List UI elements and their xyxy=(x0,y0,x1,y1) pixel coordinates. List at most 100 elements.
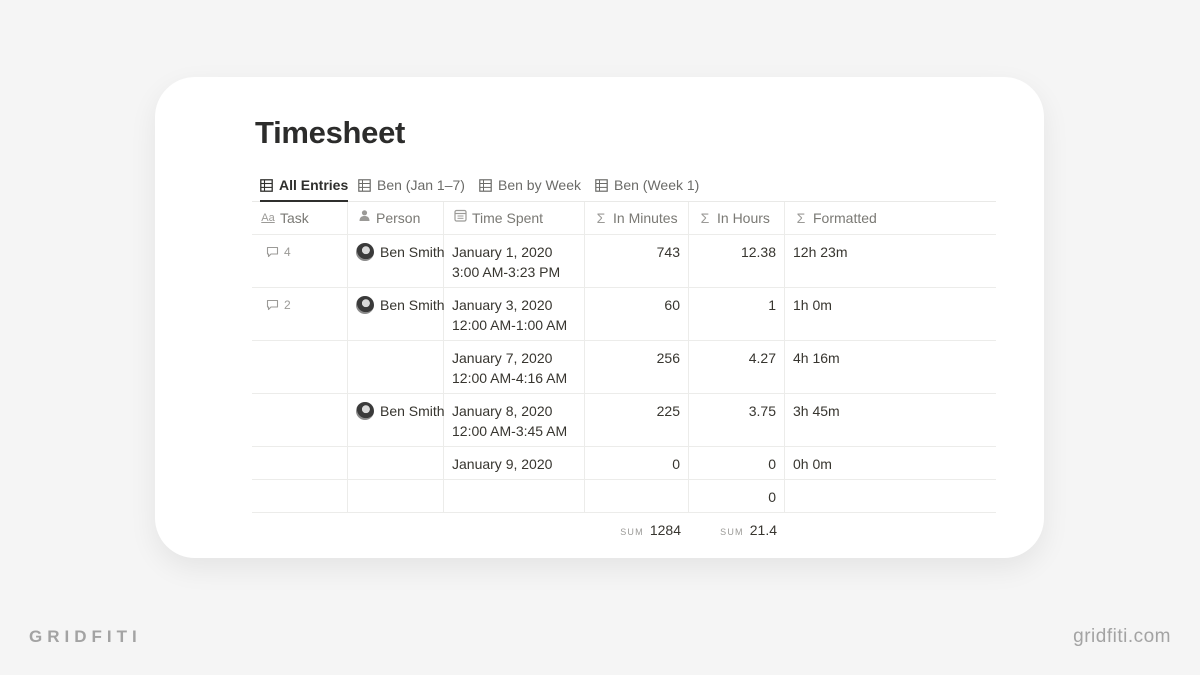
tab-label: Ben by Week xyxy=(498,177,582,193)
brand-wordmark: GRIDFITI xyxy=(29,627,142,646)
time-spent-cell[interactable]: January 3, 2020 12:00 AM‑1:00 AM xyxy=(444,288,585,340)
person-cell[interactable] xyxy=(348,480,444,512)
table-header-row: Aa Task Person Time Spent Σ In Minutes Σ… xyxy=(252,202,996,235)
tab-label: Ben (Jan 1–7) xyxy=(377,177,465,193)
comment-icon xyxy=(266,299,279,311)
date-text: January 7, 2020 xyxy=(452,350,553,366)
tab-ben-by-week[interactable]: Ben by Week xyxy=(479,169,581,201)
task-cell[interactable] xyxy=(252,341,348,393)
hours-cell: 0 xyxy=(689,480,785,512)
time-spent-cell[interactable]: January 9, 2020 xyxy=(444,447,585,479)
minutes-sum[interactable]: SUM 1284 xyxy=(585,522,689,538)
task-cell[interactable]: 2 xyxy=(252,288,348,340)
avatar xyxy=(356,296,374,314)
task-cell[interactable] xyxy=(252,480,348,512)
table-row[interactable]: 4 Ben Smith January 1, 2020 3:00 AM‑3:23… xyxy=(252,235,996,288)
person-cell[interactable] xyxy=(348,447,444,479)
tab-label: Ben (Week 1) xyxy=(614,177,700,193)
column-header-formatted[interactable]: Σ Formatted xyxy=(785,202,996,234)
sum-value: 21.4 xyxy=(749,522,777,538)
column-label: In Hours xyxy=(717,210,770,226)
formatted-cell: 12h 23m xyxy=(793,244,848,260)
table-icon xyxy=(479,178,492,192)
formatted-cell: 1h 0m xyxy=(793,297,832,313)
comment-icon xyxy=(266,246,279,258)
sigma-icon: Σ xyxy=(596,210,606,226)
text-aa-icon: Aa xyxy=(261,212,275,224)
avatar xyxy=(356,243,374,261)
comment-count[interactable]: 2 xyxy=(260,295,339,315)
column-header-task[interactable]: Aa Task xyxy=(252,202,348,234)
hours-cell: 4.27 xyxy=(689,341,785,393)
calendar-icon xyxy=(452,208,468,228)
table-row[interactable]: January 9, 2020 0 0 0h 0m xyxy=(252,447,996,480)
column-header-time-spent[interactable]: Time Spent xyxy=(444,202,585,234)
person-cell[interactable]: Ben Smith xyxy=(348,394,445,446)
minutes-cell: 60 xyxy=(585,288,689,340)
table-icon xyxy=(595,178,608,192)
timesheet-table: Aa Task Person Time Spent Σ In Minutes Σ… xyxy=(252,202,996,547)
hours-cell: 1 xyxy=(689,288,785,340)
task-cell[interactable] xyxy=(252,447,348,479)
table-row[interactable]: 2 Ben Smith January 3, 2020 12:00 AM‑1:0… xyxy=(252,288,996,341)
minutes-cell: 225 xyxy=(585,394,689,446)
person-cell[interactable]: Ben Smith xyxy=(348,235,445,287)
person-name: Ben Smith xyxy=(380,244,445,260)
hours-cell: 3.75 xyxy=(689,394,785,446)
task-cell[interactable] xyxy=(252,394,348,446)
column-label: Person xyxy=(376,210,421,226)
hours-sum[interactable]: SUM 21.4 xyxy=(689,522,785,538)
table-row[interactable]: Ben Smith January 8, 2020 12:00 AM‑3:45 … xyxy=(252,394,996,447)
comment-count-label: 2 xyxy=(284,298,291,312)
comment-count[interactable]: 4 xyxy=(260,242,339,262)
time-range-text: 12:00 AM‑3:45 AM xyxy=(452,423,568,439)
time-spent-cell[interactable]: January 1, 2020 3:00 AM‑3:23 PM xyxy=(444,235,585,287)
sum-label: SUM xyxy=(620,527,644,537)
sum-value: 1284 xyxy=(649,522,681,538)
view-tabs: All Entries Ben (Jan 1–7) Ben by Week Be… xyxy=(252,169,996,202)
avatar xyxy=(356,402,374,420)
hours-cell: 12.38 xyxy=(689,235,785,287)
person-icon xyxy=(356,208,372,228)
tab-all-entries[interactable]: All Entries xyxy=(260,169,349,202)
column-header-in-minutes[interactable]: Σ In Minutes xyxy=(585,202,689,234)
tab-ben-jan[interactable]: Ben (Jan 1–7) xyxy=(358,169,465,201)
table-row[interactable]: January 7, 2020 12:00 AM‑4:16 AM 256 4.2… xyxy=(252,341,996,394)
brand-url: gridfiti.com xyxy=(1073,626,1171,647)
hours-cell: 0 xyxy=(689,447,785,479)
minutes-cell xyxy=(585,480,689,512)
date-text: January 9, 2020 xyxy=(452,456,553,472)
table-row[interactable]: 0 xyxy=(252,480,996,513)
date-text: January 1, 2020 xyxy=(452,244,553,260)
time-range-text: 12:00 AM‑4:16 AM xyxy=(452,370,568,386)
time-spent-cell[interactable]: January 8, 2020 12:00 AM‑3:45 AM xyxy=(444,394,585,446)
timesheet-card: Timesheet All Entries Ben (Jan 1–7) Ben … xyxy=(155,77,1044,558)
task-cell[interactable]: 4 xyxy=(252,235,348,287)
column-label: In Minutes xyxy=(613,210,678,226)
minutes-cell: 256 xyxy=(585,341,689,393)
column-header-in-hours[interactable]: Σ In Hours xyxy=(689,202,785,234)
tab-ben-week-1[interactable]: Ben (Week 1) xyxy=(595,169,699,201)
table-icon xyxy=(358,178,371,192)
formatted-cell: 4h 16m xyxy=(793,350,840,366)
column-label: Task xyxy=(280,210,309,226)
column-label: Formatted xyxy=(813,210,877,226)
formatted-cell: 3h 45m xyxy=(793,403,840,419)
time-spent-cell[interactable]: January 7, 2020 12:00 AM‑4:16 AM xyxy=(444,341,585,393)
column-header-person[interactable]: Person xyxy=(348,202,444,234)
formatted-cell: 0h 0m xyxy=(793,456,832,472)
minutes-cell: 743 xyxy=(585,235,689,287)
person-name: Ben Smith xyxy=(380,403,445,419)
table-icon xyxy=(260,178,273,192)
time-spent-cell[interactable] xyxy=(444,480,585,512)
formatted-cell xyxy=(785,480,996,512)
person-cell[interactable] xyxy=(348,341,444,393)
column-label: Time Spent xyxy=(472,210,544,226)
person-name: Ben Smith xyxy=(380,297,445,313)
person-cell[interactable]: Ben Smith xyxy=(348,288,445,340)
date-text: January 8, 2020 xyxy=(452,403,553,419)
sigma-icon: Σ xyxy=(796,210,806,226)
tab-label: All Entries xyxy=(279,177,349,193)
sigma-icon: Σ xyxy=(700,210,710,226)
minutes-cell: 0 xyxy=(585,447,689,479)
